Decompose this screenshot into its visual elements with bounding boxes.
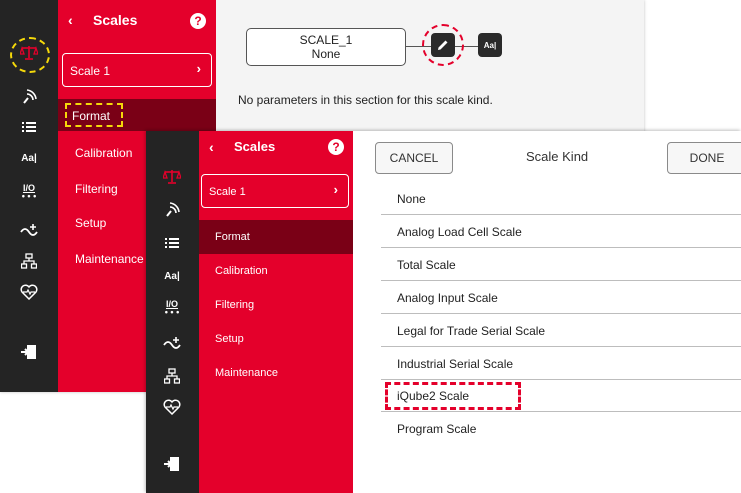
front-chevron-left-icon[interactable]: ‹: [209, 139, 214, 155]
front-icon-rail: Aa| I/O • • •: [146, 131, 199, 493]
back-scale-item[interactable]: Scale 1 ›: [62, 53, 212, 87]
logout-icon[interactable]: [17, 341, 41, 363]
front-menu-format-selected[interactable]: Format: [199, 220, 353, 254]
front-menu-item-calibration[interactable]: Calibration: [215, 265, 268, 277]
io-dots: • • •: [164, 307, 180, 317]
back-menu-item-calibration[interactable]: Calibration: [75, 146, 132, 160]
scale-kind-option-program[interactable]: Program Scale: [381, 413, 741, 445]
scale-kind-option-total[interactable]: Total Scale: [381, 249, 741, 281]
option-label: Program Scale: [397, 422, 477, 436]
list-icon[interactable]: [17, 116, 41, 138]
back-chevron-left-icon[interactable]: ‹: [68, 12, 73, 28]
option-label: Analog Input Scale: [397, 290, 498, 305]
iqube2-highlight-box: [385, 382, 521, 410]
front-menu-item-label: Format: [215, 231, 250, 243]
io-icon[interactable]: I/O • • •: [17, 181, 41, 203]
back-menu-item-filtering[interactable]: Filtering: [75, 182, 118, 196]
option-label: Legal for Trade Serial Scale: [397, 323, 546, 338]
io-dots: • • •: [21, 191, 37, 201]
front-help-icon[interactable]: ?: [328, 139, 344, 155]
front-scale-item-label: Scale 1: [209, 186, 246, 198]
front-scale-item-chevron-icon: ›: [333, 182, 338, 197]
option-label: Industrial Serial Scale: [397, 356, 514, 371]
back-help-icon[interactable]: ?: [190, 13, 206, 29]
health-icon[interactable]: [160, 396, 184, 418]
option-label: Total Scale: [397, 257, 456, 272]
no-parameters-message: No parameters in this section for this s…: [238, 93, 493, 107]
front-menu-item-filtering[interactable]: Filtering: [215, 299, 254, 311]
font-size-icon[interactable]: Aa|: [160, 265, 184, 287]
io-icon[interactable]: I/O • • •: [160, 297, 184, 319]
network-icon[interactable]: [17, 250, 41, 272]
scale-kind-option-analog-input[interactable]: Analog Input Scale: [381, 282, 741, 314]
back-menu-item-maintenance[interactable]: Maintenance: [75, 252, 144, 266]
pencil-icon[interactable]: [431, 33, 455, 57]
scale-kind-option-legal-for-trade-serial[interactable]: Legal for Trade Serial Scale: [381, 315, 741, 347]
done-button[interactable]: DONE: [667, 142, 741, 174]
font-size-icon[interactable]: Aa|: [17, 147, 41, 169]
option-label: None: [397, 191, 426, 206]
font-size-button[interactable]: Aa|: [478, 33, 502, 57]
back-scale-item-label: Scale 1: [70, 64, 111, 78]
logout-icon[interactable]: [160, 453, 184, 475]
scale-box-name: SCALE_1: [299, 33, 353, 47]
back-menu-format-selected[interactable]: Format: [58, 99, 216, 131]
back-menu-item-label: Format: [72, 109, 111, 123]
cancel-button[interactable]: CANCEL: [375, 142, 453, 174]
back-icon-rail: Aa| I/O • • •: [0, 0, 58, 392]
connection-icon[interactable]: [17, 219, 41, 241]
back-scale-item-chevron-icon: ›: [196, 61, 201, 76]
front-menu-item-setup[interactable]: Setup: [215, 333, 244, 345]
scale-icon[interactable]: [17, 42, 41, 64]
scale-icon[interactable]: [160, 166, 184, 188]
scale-kind-option-analog-load-cell[interactable]: Analog Load Cell Scale: [381, 216, 741, 248]
front-scales-sidebar: ‹ Scales ? Scale 1 › Format Calibration …: [199, 131, 353, 493]
connection-icon[interactable]: [160, 332, 184, 354]
scale-kind-option-none[interactable]: None: [381, 183, 741, 215]
front-menu-item-maintenance[interactable]: Maintenance: [215, 367, 278, 379]
option-label: Analog Load Cell Scale: [397, 224, 522, 239]
signal-icon[interactable]: [160, 199, 184, 221]
scale-box[interactable]: SCALE_1 None: [246, 28, 406, 66]
network-icon[interactable]: [160, 365, 184, 387]
scale-kind-option-industrial-serial[interactable]: Industrial Serial Scale: [381, 348, 741, 380]
front-header-title: Scales: [234, 139, 276, 154]
list-icon[interactable]: [160, 232, 184, 254]
front-scale-item[interactable]: Scale 1 ›: [201, 174, 349, 208]
dialog-title: Scale Kind: [526, 149, 589, 164]
scale-box-kind: None: [311, 47, 341, 61]
back-header-title: Scales: [93, 12, 138, 28]
health-icon[interactable]: [17, 281, 41, 303]
signal-icon[interactable]: [17, 86, 41, 108]
back-menu-item-setup[interactable]: Setup: [75, 216, 106, 230]
